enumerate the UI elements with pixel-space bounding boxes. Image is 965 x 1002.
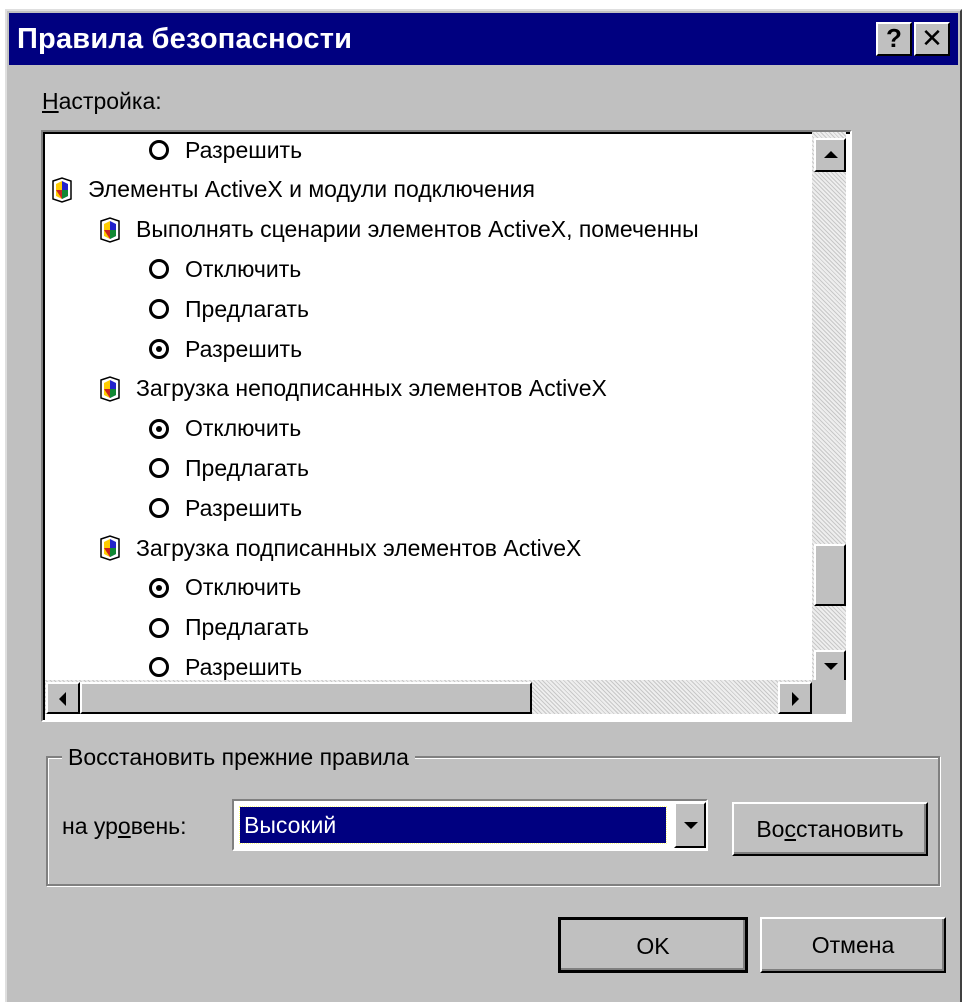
chevron-down-icon <box>684 822 698 829</box>
tree-item-label: Предлагать <box>185 614 309 641</box>
tree-item-label: Отключить <box>185 255 302 282</box>
tree-item-label: Загрузка подписанных элементов ActiveX <box>136 534 582 561</box>
tree-radio-option[interactable]: Отключить <box>149 249 301 289</box>
settings-category-icon <box>51 177 73 203</box>
level-label: на уровень: <box>62 813 187 839</box>
tree-item-label: Отключить <box>185 415 302 442</box>
settings-tree[interactable]: Разрешить Элементы ActiveX и модули подкл… <box>41 130 852 722</box>
tree-radio-option[interactable]: Разрешить <box>149 488 302 528</box>
close-button[interactable]: ✕ <box>914 22 950 56</box>
tree-radio-option[interactable]: Отключить <box>149 568 301 608</box>
tree-category[interactable]: Загрузка неподписанных элементов ActiveX <box>99 369 607 409</box>
horizontal-scroll-thumb[interactable] <box>80 682 532 714</box>
radio-unchecked-icon[interactable] <box>149 140 169 160</box>
tree-category[interactable]: Элементы ActiveX и модули подключения <box>51 170 535 210</box>
tree-item-label: Выполнять сценарии элементов ActiveX, по… <box>136 216 699 243</box>
arrow-down-icon <box>824 663 838 670</box>
tree-radio-option[interactable]: Разрешить <box>149 329 302 369</box>
arrow-left-icon <box>59 692 66 706</box>
tree-radio-option[interactable]: Разрешить <box>149 134 303 170</box>
arrow-right-icon <box>792 692 799 706</box>
settings-label: Настройка: <box>42 88 162 114</box>
tree-radio-option[interactable]: Предлагать <box>149 448 309 488</box>
tree-category[interactable]: Загрузка подписанных элементов ActiveX <box>99 528 581 568</box>
settings-category-icon <box>99 216 121 243</box>
radio-unchecked-icon[interactable] <box>149 299 169 320</box>
ok-button[interactable]: OK <box>558 917 748 973</box>
title-bar[interactable]: Правила безопасности ? ✕ <box>9 13 958 65</box>
settings-category-icon <box>99 376 121 402</box>
radio-checked-icon[interactable] <box>149 418 169 439</box>
radio-checked-icon[interactable] <box>149 339 169 359</box>
radio-unchecked-icon[interactable] <box>149 259 169 280</box>
level-dropdown-button[interactable] <box>674 802 706 848</box>
tree-item-label: Загрузка неподписанных элементов ActiveX <box>136 375 607 402</box>
radio-unchecked-icon[interactable] <box>149 498 169 519</box>
cancel-button[interactable]: Отмена <box>760 917 946 973</box>
close-icon: ✕ <box>921 23 943 53</box>
ok-button-label: OK <box>636 933 670 959</box>
scroll-right-button[interactable] <box>778 682 812 714</box>
radio-checked-icon[interactable] <box>149 577 169 598</box>
help-button[interactable]: ? <box>876 22 912 56</box>
window-title: Правила безопасности <box>17 23 353 55</box>
tree-item-label: Отключить <box>185 574 302 601</box>
tree-item-label: Предлагать <box>185 454 309 481</box>
radio-unchecked-icon[interactable] <box>149 458 169 479</box>
vertical-scroll-thumb[interactable] <box>814 544 846 606</box>
tree-category[interactable]: Выполнять сценарии элементов ActiveX, по… <box>99 210 699 250</box>
radio-unchecked-icon[interactable] <box>149 657 169 678</box>
settings-category-icon <box>99 535 121 561</box>
reset-group-title: Восстановить прежние правила <box>62 744 415 771</box>
tree-item-label: Разрешить <box>185 494 303 521</box>
level-dropdown-value: Высокий <box>239 806 667 844</box>
tree-radio-option[interactable]: Отключить <box>149 409 301 449</box>
tree-item-label: Разрешить <box>185 335 303 362</box>
tree-radio-option[interactable]: Предлагать <box>149 289 309 329</box>
scrollbar-corner <box>812 680 846 714</box>
level-dropdown[interactable]: Высокий <box>232 799 708 851</box>
tree-item-label: Предлагать <box>185 295 309 322</box>
tree-item-label: Разрешить <box>185 653 303 680</box>
tree-item-label: Разрешить <box>185 136 303 163</box>
arrow-up-icon <box>824 151 838 158</box>
scroll-left-button[interactable] <box>46 682 80 714</box>
tree-radio-option[interactable]: Предлагать <box>149 608 309 648</box>
cancel-button-label: Отмена <box>811 932 895 958</box>
restore-button[interactable]: Восстановить <box>732 802 928 856</box>
radio-unchecked-icon[interactable] <box>149 617 169 638</box>
scroll-up-button[interactable] <box>814 138 846 172</box>
tree-item-label: Элементы ActiveX и модули подключения <box>88 176 535 203</box>
restore-button-label: Восстановить <box>756 816 904 842</box>
scroll-down-button[interactable] <box>814 650 846 682</box>
